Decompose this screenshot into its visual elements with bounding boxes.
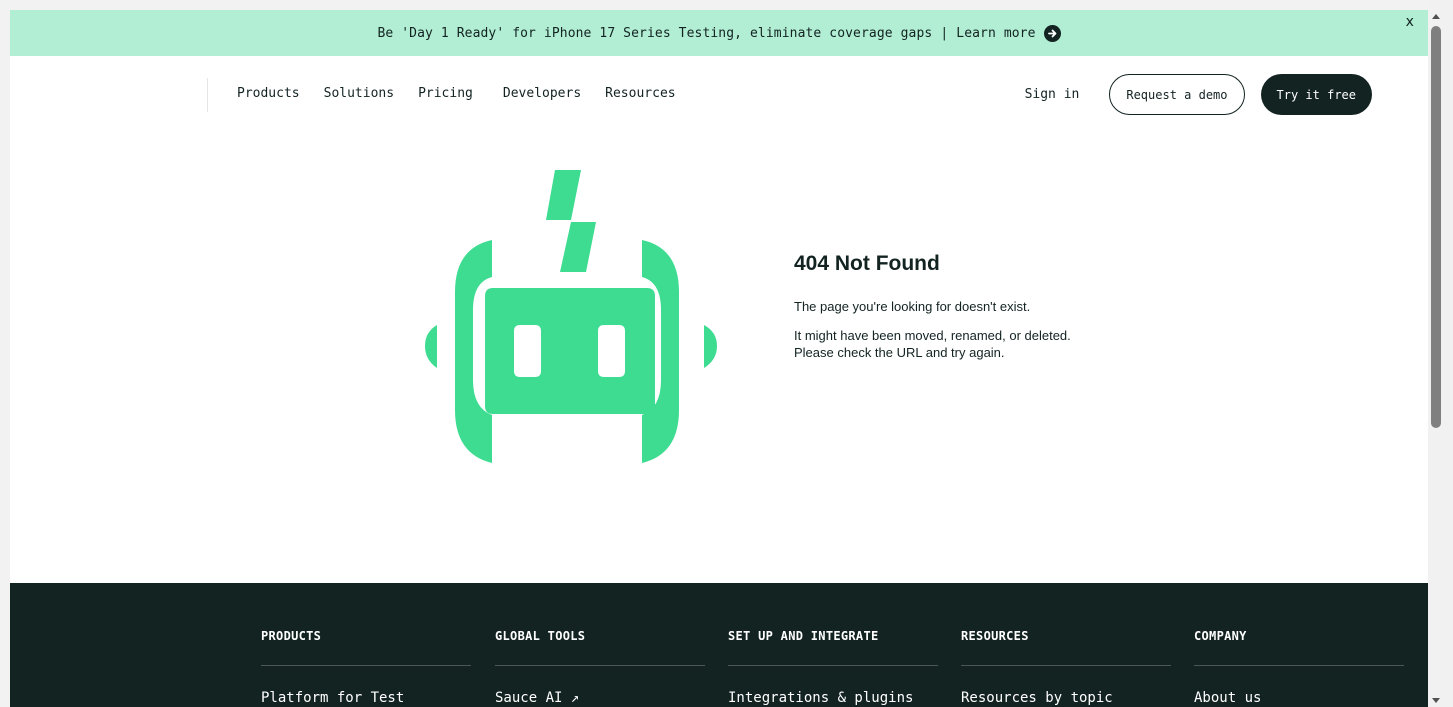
footer-col-global-tools: GLOBAL TOOLS Sauce AI ↗ [495,629,705,706]
scroll-down-arrow-icon[interactable] [1432,698,1440,703]
page-title: 404 Not Found [794,252,940,275]
not-found-help: It might have been moved, renamed, or de… [794,328,1071,360]
learn-more-link[interactable]: Learn more [956,24,1061,42]
not-found-content: 404 Not Found The page you're looking fo… [794,252,1084,373]
footer-heading: RESOURCES [961,629,1029,643]
footer-divider [261,665,471,666]
site-header: Products Solutions Pricing Developers Re… [10,56,1428,134]
close-banner-button[interactable]: x [1406,14,1414,30]
frame-left-edge [0,0,10,707]
banner-separator: | [940,25,949,41]
footer-link[interactable]: Integrations & plugins [728,690,938,706]
scrollbar-thumb[interactable] [1431,26,1441,428]
footer-col-company: COMPANY About us [1194,629,1404,706]
footer-heading: SET UP AND INTEGRATE [728,629,879,643]
footer-divider [961,665,1171,666]
nav-divider [207,78,208,112]
announcement-banner: Be 'Day 1 Ready' for iPhone 17 Series Te… [10,10,1428,56]
footer-divider [728,665,938,666]
footer-col-resources: RESOURCES Resources by topic [961,629,1171,706]
arrow-right-circle-icon [1043,24,1061,42]
request-demo-button[interactable]: Request a demo [1109,74,1245,115]
robot-icon [425,170,717,464]
not-found-message: The page you're looking for doesn't exis… [794,299,1031,314]
frame-top-edge [0,0,1453,10]
footer-link[interactable]: Sauce AI ↗ [495,690,705,706]
sign-in-link[interactable]: Sign in [1025,87,1080,102]
footer-divider [1194,665,1404,666]
footer-col-setup: SET UP AND INTEGRATE Integrations & plug… [728,629,938,706]
try-free-button[interactable]: Try it free [1260,74,1372,115]
footer-link[interactable]: Platform for Test [261,690,471,706]
nav-item-developers[interactable]: Developers [503,86,581,101]
footer-heading: COMPANY [1194,629,1247,643]
page: Be 'Day 1 Ready' for iPhone 17 Series Te… [0,0,1453,707]
learn-more-label: Learn more [956,25,1036,41]
nav-item-pricing[interactable]: Pricing [418,86,473,101]
main-nav: Products Solutions Pricing Developers Re… [237,86,700,101]
footer-link[interactable]: About us [1194,690,1404,706]
footer-link[interactable]: Resources by topic [961,690,1171,706]
banner-text: Be 'Day 1 Ready' for iPhone 17 Series Te… [377,25,933,41]
nav-item-solutions[interactable]: Solutions [324,86,394,101]
scroll-up-arrow-icon[interactable] [1432,14,1440,19]
nav-item-products[interactable]: Products [237,86,300,101]
footer-divider [495,665,705,666]
footer-heading: GLOBAL TOOLS [495,629,586,643]
site-footer: PRODUCTS Platform for Test GLOBAL TOOLS … [10,583,1428,707]
footer-col-products: PRODUCTS Platform for Test [261,629,471,706]
header-actions: Sign in Request a demo Try it free [1025,74,1372,115]
footer-heading: PRODUCTS [261,629,322,643]
nav-item-resources[interactable]: Resources [605,86,675,101]
